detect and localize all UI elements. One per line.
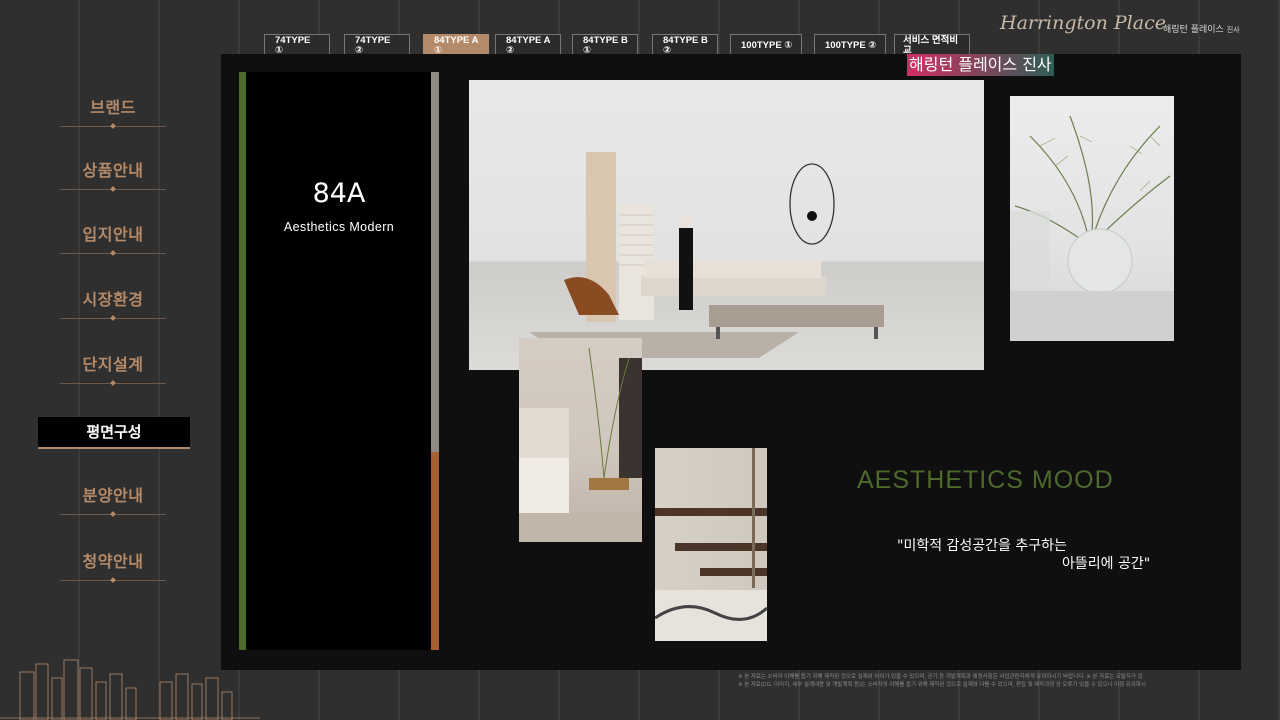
tab-label-line1: 서비스 면적비: [903, 35, 959, 46]
brand-logo-korean-name: 해링턴 플레이스: [1163, 25, 1224, 35]
overlay-badge: 해링턴 플레이스 진사: [907, 54, 1054, 76]
interior-room-image: [519, 338, 642, 542]
sidebar-item-location[interactable]: 입지안내: [60, 221, 166, 271]
diamond-icon: [110, 380, 116, 386]
tab-label-line1: 84TYPE B: [663, 35, 708, 46]
sidebar-item-label: 청약안내: [82, 552, 144, 571]
tab-84type-b-1[interactable]: 84TYPE B ①: [572, 34, 638, 56]
sidebar-item-label: 입지안내: [82, 225, 144, 244]
brown-accent-bar: [431, 452, 439, 650]
city-skyline-illustration: [0, 659, 260, 720]
type-subtitle: Aesthetics Modern: [283, 220, 395, 234]
brand-logo-korean[interactable]: 해링턴 플레이스 진사: [1163, 22, 1240, 35]
plant-vase-image: [1010, 96, 1174, 341]
disclaimer-line2: ※ 본 자료(CG, 이미지, 세부 설계내용 및 개발계획 등)는 소비자의 …: [738, 682, 1146, 688]
tab-84type-a-2[interactable]: 84TYPE A ②: [495, 34, 561, 56]
tab-service-area[interactable]: 서비스 면적비 교: [894, 34, 970, 56]
mood-quote-line2: 아뜰리에 공간": [1062, 556, 1151, 572]
tab-label-line1: 74TYPE: [355, 35, 391, 46]
green-accent-bar: [239, 72, 246, 650]
tab-100type-1[interactable]: 100TYPE ①: [730, 34, 802, 56]
tab-84type-b-2[interactable]: 84TYPE B ②: [652, 34, 718, 56]
tab-label-line1: 84TYPE B: [583, 35, 628, 46]
living-room-illustration: [529, 152, 884, 358]
diamond-icon: [110, 315, 116, 321]
wall-shelf-image: [655, 448, 767, 641]
interior-room-illustration: [519, 347, 642, 542]
plant-vase-illustration: [1010, 115, 1174, 341]
diamond-icon: [110, 577, 116, 583]
diamond-icon: [110, 250, 116, 256]
tab-label-line1: 100TYPE ①: [741, 40, 793, 51]
mood-title: AESTHETICS MOOD: [857, 466, 1114, 494]
sidebar-nav: 브랜드 상품안내 입지안내 시장환경 단지설계 평면구성 분양안내 청약안내: [38, 78, 190, 598]
sidebar-item-complex-design[interactable]: 단지설계: [60, 351, 166, 401]
sidebar-item-label: 시장환경: [82, 290, 144, 309]
sidebar-item-floor-plan[interactable]: 평면구성: [38, 417, 190, 449]
tab-74type-2[interactable]: 74TYPE ②: [344, 34, 410, 56]
diamond-icon: [110, 511, 116, 517]
tab-label-line1: 84TYPE A: [506, 35, 551, 46]
tab-label-line1: 100TYPE ②: [825, 40, 877, 51]
brand-logo-korean-small: 진사: [1226, 26, 1240, 34]
tab-100type-2[interactable]: 100TYPE ②: [814, 34, 886, 56]
tab-84type-a-1[interactable]: 84TYPE A ①: [423, 34, 489, 56]
living-room-image: [469, 80, 984, 370]
sidebar-item-label: 브랜드: [90, 98, 136, 117]
sidebar-item-sale-info[interactable]: 분양안내: [60, 482, 166, 532]
tab-label-line1: 84TYPE A: [434, 35, 479, 46]
grey-accent-bar: [431, 72, 439, 452]
sidebar-item-product[interactable]: 상품안내: [60, 157, 166, 207]
diamond-icon: [110, 186, 116, 192]
brand-logo-script[interactable]: Harrington Place: [1000, 12, 1166, 34]
tab-label-line1: 74TYPE: [275, 35, 311, 46]
sidebar-item-label: 평면구성: [86, 423, 142, 441]
sidebar-item-label: 단지설계: [82, 355, 144, 374]
type-title: 84A: [312, 178, 366, 209]
sidebar-item-label: 상품안내: [82, 161, 144, 180]
mood-quote-line1: "미학적 감성공간을 추구하는: [897, 538, 1067, 554]
disclaimer-line1: ※ 본 자료는 소비자 이해를 돕기 위해 제작된 것으로 실제와 차이가 있을…: [738, 674, 1143, 680]
sidebar-item-subscription[interactable]: 청약안내: [60, 548, 166, 598]
type-card: 84A Aesthetics Modern: [239, 72, 439, 650]
sidebar-item-brand[interactable]: 브랜드: [60, 94, 166, 144]
tab-74type-1[interactable]: 74TYPE ①: [264, 34, 330, 56]
sidebar-item-market[interactable]: 시장환경: [60, 286, 166, 336]
wall-shelf-illustration: [655, 448, 767, 641]
diamond-icon: [110, 123, 116, 129]
sidebar-item-label: 분양안내: [82, 486, 144, 505]
disclaimer: ※ 본 자료는 소비자 이해를 돕기 위해 제작된 것으로 실제와 차이가 있을…: [738, 673, 1278, 689]
